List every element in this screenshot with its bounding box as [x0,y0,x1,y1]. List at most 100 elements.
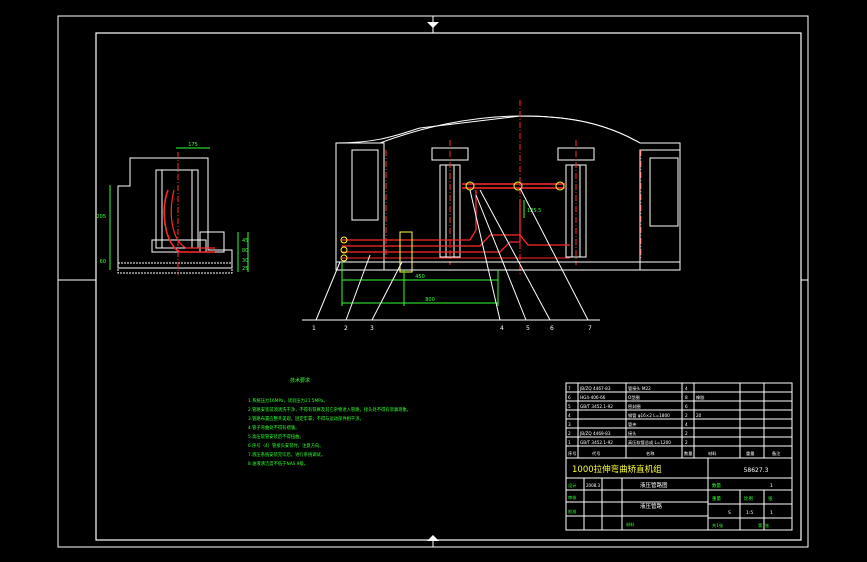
total-sheets: 共1张 [712,522,724,529]
notes-line-6: 6.序号（4）管接头安装时，注意方向。 [248,442,324,449]
stage-value: S [728,510,731,516]
dim-text-right-4: 25 [242,266,248,272]
fitting-top-right [555,181,565,191]
leader-4 [469,189,501,321]
dim-text-left-lower: 60 [100,259,106,265]
assembly-name: 液压管路图 [640,481,668,489]
notes-heading: 技术要求 [290,377,310,384]
part-no-7: 7 [568,386,571,391]
left-block [335,142,385,271]
notes-line-8: 8.油液清洁度不低于NAS 9级。 [248,460,308,467]
part-no-5: 5 [568,404,571,409]
part-name-4: 钢管 φ16×2 L=1800 [628,412,670,419]
part-no-2: 2 [568,431,571,436]
header-code: 代号 [592,450,600,457]
dim-text-top: 175 [188,142,198,148]
header-remark: 备注 [772,450,781,457]
part-name-3: 管夹 [628,421,636,428]
approver-label: 批准 [568,508,576,515]
header-qty: 数量 [684,450,692,457]
callout-6: 6 [550,325,554,332]
fitting-top-left [465,181,475,191]
quantity-value: 1 [770,483,773,489]
leader-7 [519,187,589,321]
callout-7: 7 [588,325,592,332]
center-arrow-top [427,22,439,28]
dim-text-upper: 450 [415,274,425,280]
part-name-7: 管接头 M22 [628,385,651,392]
leader-3 [371,261,403,321]
quantity-label: 数量 [712,482,721,489]
notes-line-5: 5.高压软管安装后不得扭曲。 [248,433,304,440]
callout-1: 1 [312,325,316,332]
designer-label: 设计 [568,482,576,489]
drawing-number: 58627.3 [744,467,769,474]
cad-drawing: 175 205 60 45 80 30 25 450 800 125.5 1 2… [57,15,809,548]
part-name-6: O型圈 [628,394,640,401]
part-code-7: JB/ZQ 4467-83 [579,386,611,391]
part-no-3: 3 [568,422,571,427]
notes-line-3: 3.管路布置应整齐美观，固定牢靠，不得与运动部件相干涉。 [248,415,364,422]
part-no-1: 1 [568,440,571,445]
part-qty-6: 8 [685,395,688,400]
parts-list: 7 JB/ZQ 4467-83 管接头 M22 4 6 HG4-406-66 O… [565,382,793,459]
left-block-window [351,149,379,221]
header-name: 名称 [646,450,654,457]
project-title: 1000拉伸弯曲矫直机组 [572,464,662,475]
part-no-4: 4 [568,413,571,418]
title-block: 1000拉伸弯曲矫直机组 58627.3 设计 2008.3 审核 批准 液压管… [565,457,793,531]
right-block [639,149,681,271]
dim-text-right-1: 45 [242,238,248,244]
inner-frame [95,32,802,541]
dim-text-left-upper: 205 [96,214,106,220]
part-title: 液压管路 [640,502,663,510]
sheet-label: 张 [768,495,773,502]
part-qty-2: 2 [685,431,688,436]
part-material-6: 橡胶 [696,394,704,401]
header-no: 序号 [568,450,576,457]
part-code-1: GB/T 3452.1-92 [580,440,613,445]
notes-line-7: 7.液压系统安装完毕后，进行系统调试。 [248,451,325,458]
front-view-arch [379,115,641,144]
callout-4: 4 [500,325,504,332]
scale-label: 比例 [744,495,753,502]
callout-3: 3 [370,325,374,332]
part-name-2: 接头 [628,430,636,437]
sheet-number: 第1张 [758,522,770,529]
scale-value: 1:5 [746,510,753,516]
material-label: 材料 [626,521,635,528]
part-material-4: 20 [696,413,702,418]
outer-frame [57,15,809,548]
main-pipe-3 [342,200,521,253]
part-code-2: JB/ZQ 4469-83 [579,431,611,436]
dim-text-right-2: 80 [242,248,248,254]
notes-line-1: 1.系统压力16MPa，试验压力21.5MPa。 [248,397,328,404]
notes-line-4: 4.管子弯曲处不得有褶皱。 [248,424,299,431]
leader-2 [345,254,371,321]
callout-2: 2 [344,325,348,332]
callout-5: 5 [526,325,530,332]
dim-text-lower: 800 [425,297,435,303]
part-name-5: 密封圈 [628,403,641,410]
front-view-outline [335,115,681,271]
side-view: 175 205 60 45 80 30 25 [96,142,249,275]
checker-label: 审核 [568,494,577,501]
technical-notes: 技术要求 1.系统压力16MPa，试验压力21.5MPa。 2.管路安装前须清洗… [248,377,411,467]
part-code-6: HG4-406-66 [580,395,606,400]
sheet-value: 1 [770,510,773,516]
weight-label: 重量 [712,495,721,502]
part-qty-7: 4 [685,386,688,391]
right-block-window [649,157,679,227]
part-qty-1: 2 [685,440,688,445]
part-qty-3: 4 [685,422,688,427]
part-no-6: 6 [568,395,571,400]
leader-1 [315,261,341,321]
part-qty-4: 2 [685,413,688,418]
part-code-5: GB/T 3452.1-92 [580,404,613,409]
design-date: 2008.3 [586,483,600,488]
header-weight: 重量 [746,450,754,457]
notes-line-2: 2.管路安装前须清洗干净，不得有铁屑及其它杂物进入管路，接头处不得有渗漏现象。 [248,406,411,413]
dim-text-right-3: 30 [242,258,248,264]
dim-text-small: 125.5 [527,208,541,214]
part-qty-5: 6 [685,404,688,409]
